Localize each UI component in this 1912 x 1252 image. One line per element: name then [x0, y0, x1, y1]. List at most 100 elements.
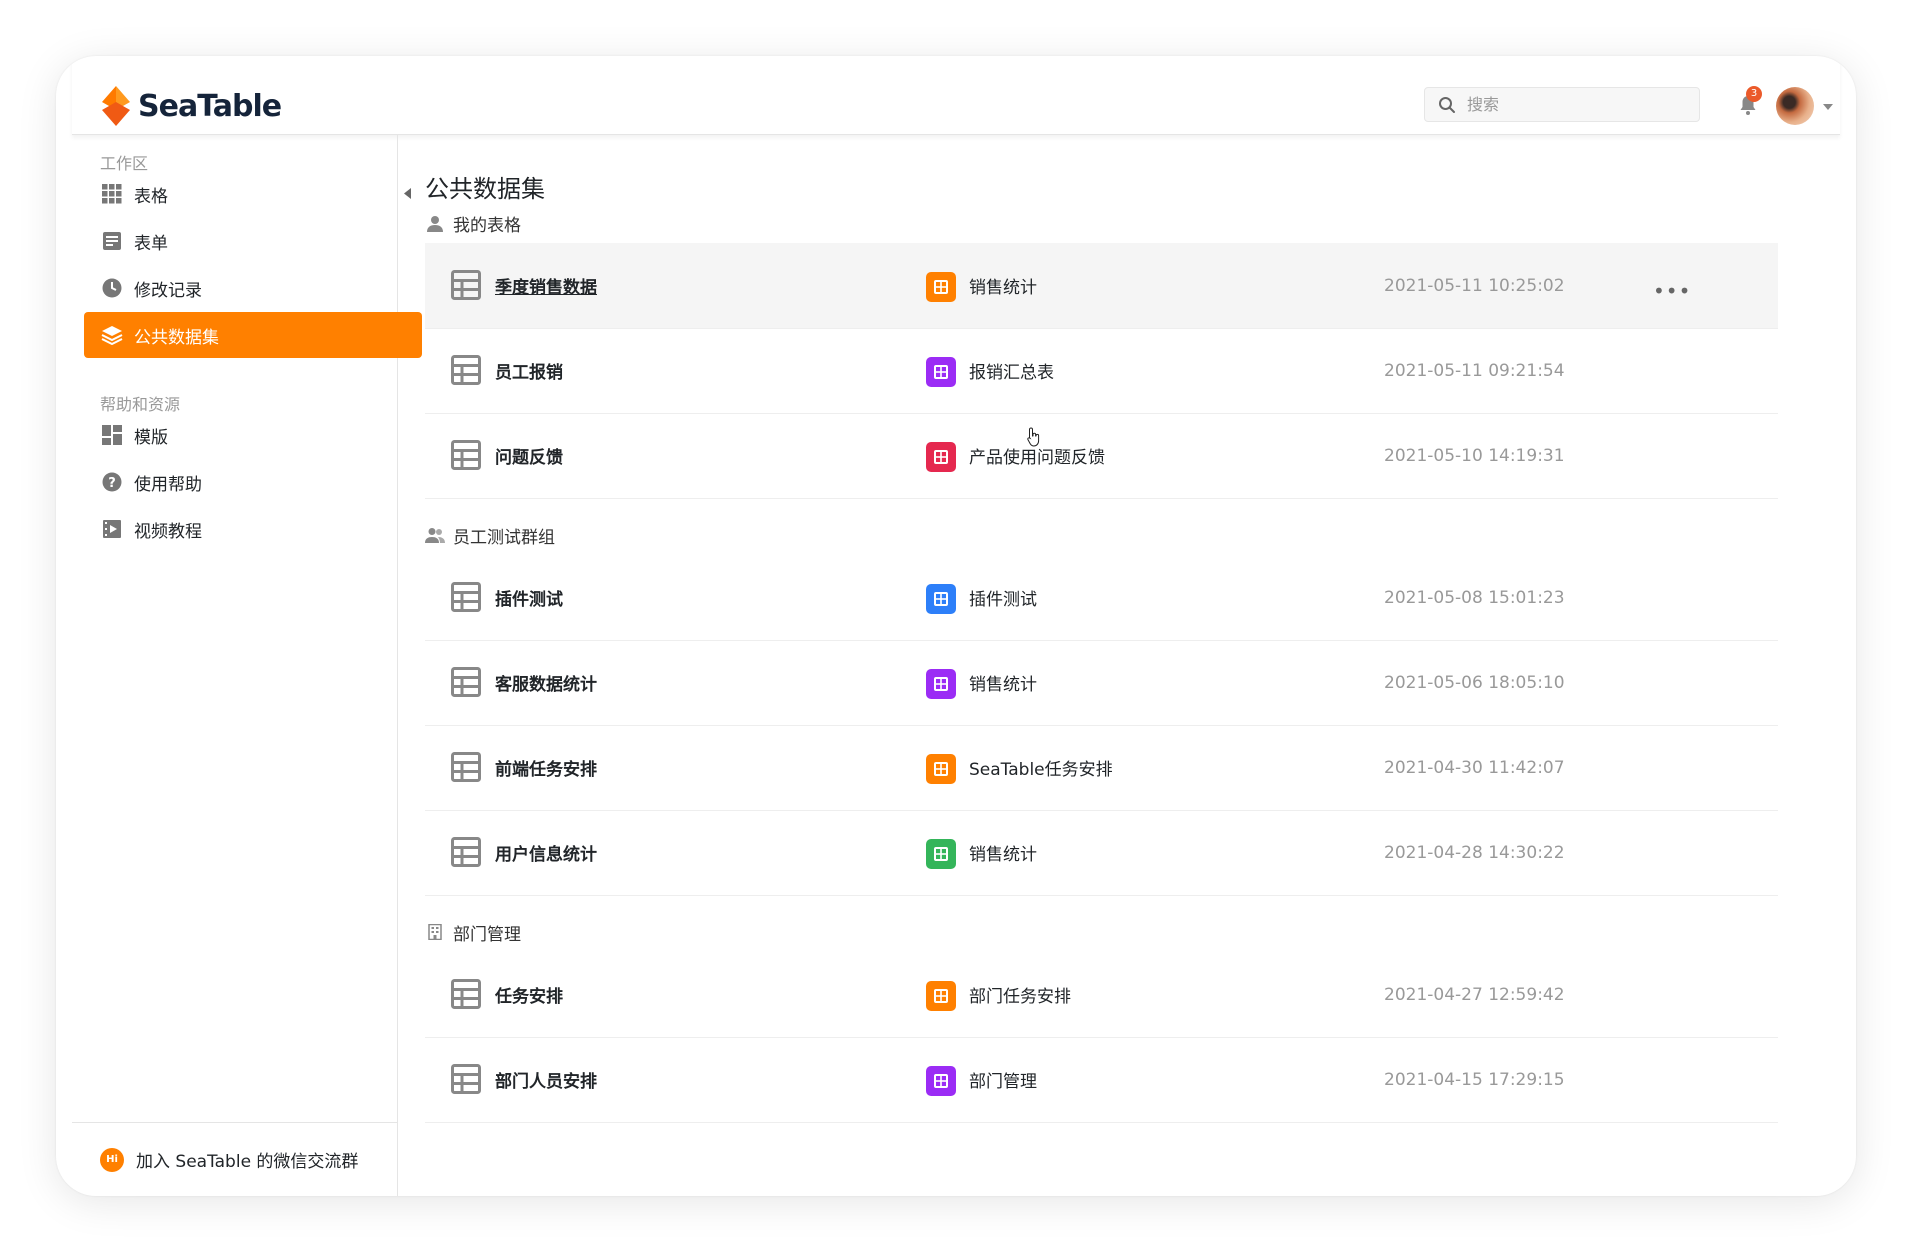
- base-icon: [926, 442, 956, 472]
- form-icon: [100, 229, 124, 253]
- sidebar: 工作区 表格 表单 修改记录 公共数据集 帮助和资源 模版 ? 使用帮助 视频教…: [72, 135, 422, 1196]
- table-row[interactable]: 插件测试 插件测试 2021-05-08 15:01:23: [425, 555, 1778, 641]
- table-row[interactable]: 客服数据统计 销售统计 2021-05-06 18:05:10: [425, 640, 1778, 726]
- user-icon: [425, 215, 445, 232]
- main-content: 公共数据集 我的表格 季度销售数据 销售统计 2021-05-11 10:25:…: [398, 135, 1840, 1196]
- base-name-link[interactable]: 销售统计: [969, 670, 1037, 695]
- video-icon: [100, 517, 124, 541]
- base-icon: [926, 981, 956, 1011]
- base-icon: [926, 839, 956, 869]
- base-name-link[interactable]: SeaTable任务安排: [969, 755, 1113, 780]
- table-icon: [451, 667, 481, 697]
- more-options-icon[interactable]: •••: [1653, 279, 1691, 303]
- table-name-link[interactable]: 客服数据统计: [495, 670, 597, 695]
- table-icon: [451, 837, 481, 867]
- base-name-link[interactable]: 销售统计: [969, 273, 1037, 298]
- app-window: SeaTable 3 工作区: [56, 56, 1856, 1196]
- sidebar-item-label: 表格: [134, 186, 168, 207]
- shared-time: 2021-04-30 11:42:07: [1384, 757, 1565, 778]
- table-name-link[interactable]: 员工报销: [495, 358, 563, 383]
- page-title: 公共数据集: [425, 175, 545, 203]
- table-icon: [451, 979, 481, 1009]
- brand-name: SeaTable: [138, 88, 282, 124]
- search-input[interactable]: [1465, 94, 1669, 115]
- wechat-group-link[interactable]: Hi 加入 SeaTable 的微信交流群: [72, 1122, 397, 1196]
- sidebar-item-video-tutorials[interactable]: 视频教程: [84, 506, 422, 552]
- table-icon: [451, 1064, 481, 1094]
- table-row[interactable]: 部门人员安排 部门管理 2021-04-15 17:29:15: [425, 1037, 1778, 1123]
- shared-time: 2021-04-15 17:29:15: [1384, 1069, 1565, 1090]
- sidebar-item-tables[interactable]: 表格: [84, 171, 422, 217]
- base-icon: [926, 272, 956, 302]
- base-name-link[interactable]: 销售统计: [969, 840, 1037, 865]
- base-icon: [926, 754, 956, 784]
- hand-cursor-icon: [1027, 427, 1040, 447]
- table-row[interactable]: 季度销售数据 销售统计 2021-05-11 10:25:02 •••: [425, 243, 1778, 329]
- search-box[interactable]: [1424, 87, 1700, 122]
- shared-time: 2021-05-08 15:01:23: [1384, 587, 1565, 608]
- table-name-link[interactable]: 插件测试: [495, 585, 563, 610]
- chat-bubble-icon: Hi: [100, 1147, 124, 1172]
- sidebar-item-help[interactable]: ? 使用帮助: [84, 459, 422, 505]
- base-icon: [926, 357, 956, 387]
- table-icon: [451, 582, 481, 612]
- sidebar-item-public-datasets[interactable]: 公共数据集: [84, 312, 422, 358]
- table-row[interactable]: 前端任务安排 SeaTable任务安排 2021-04-30 11:42:07: [425, 725, 1778, 811]
- group-header: 员工测试群组: [425, 522, 555, 548]
- table-icon: [451, 752, 481, 782]
- logo[interactable]: SeaTable: [102, 84, 282, 128]
- table-name-link[interactable]: 前端任务安排: [495, 755, 597, 780]
- base-icon: [926, 584, 956, 614]
- table-row[interactable]: 任务安排 部门任务安排 2021-04-27 12:59:42: [425, 952, 1778, 1038]
- table-row[interactable]: 员工报销 报销汇总表 2021-05-11 09:21:54: [425, 328, 1778, 414]
- group-title: 员工测试群组: [453, 527, 555, 548]
- notification-badge: 3: [1746, 86, 1762, 102]
- sidebar-item-label: 公共数据集: [134, 327, 219, 348]
- table-name-link[interactable]: 问题反馈: [495, 443, 563, 468]
- group-title: 我的表格: [453, 215, 521, 236]
- shared-time: 2021-05-10 14:19:31: [1384, 445, 1565, 466]
- question-icon: ?: [100, 470, 124, 494]
- table-name-link[interactable]: 用户信息统计: [495, 840, 597, 865]
- clock-icon: [100, 276, 124, 300]
- chevron-down-icon[interactable]: [1822, 103, 1834, 111]
- sidebar-item-forms[interactable]: 表单: [84, 218, 422, 264]
- building-icon: [425, 924, 445, 940]
- table-icon: [451, 440, 481, 470]
- sidebar-item-label: 视频教程: [134, 521, 202, 542]
- table-icon: [451, 270, 481, 300]
- shared-time: 2021-05-06 18:05:10: [1384, 672, 1565, 693]
- shared-time: 2021-04-27 12:59:42: [1384, 984, 1565, 1005]
- search-icon: [1439, 96, 1455, 113]
- sidebar-item-label: 修改记录: [134, 280, 202, 301]
- table-name-link[interactable]: 部门人员安排: [495, 1067, 597, 1092]
- sidebar-item-label: 表单: [134, 233, 168, 254]
- avatar[interactable]: [1776, 87, 1814, 125]
- table-row[interactable]: 问题反馈 产品使用问题反馈 2021-05-10 14:19:31: [425, 413, 1778, 499]
- table-name-link[interactable]: 任务安排: [495, 982, 563, 1007]
- base-icon: [926, 669, 956, 699]
- group-title: 部门管理: [453, 924, 521, 945]
- shared-time: 2021-05-11 09:21:54: [1384, 360, 1565, 381]
- base-name-link[interactable]: 插件测试: [969, 585, 1037, 610]
- base-name-link[interactable]: 部门管理: [969, 1067, 1037, 1092]
- seatable-logo-icon: [102, 86, 130, 126]
- group-header: 部门管理: [425, 919, 521, 945]
- top-header: SeaTable 3: [72, 56, 1840, 135]
- group-icon: [425, 527, 445, 543]
- table-name-link[interactable]: 季度销售数据: [495, 273, 597, 298]
- wechat-group-label: 加入 SeaTable 的微信交流群: [136, 1152, 359, 1172]
- sidebar-item-templates[interactable]: 模版: [84, 412, 422, 458]
- shared-time: 2021-04-28 14:30:22: [1384, 842, 1565, 863]
- base-icon: [926, 1066, 956, 1096]
- shared-time: 2021-05-11 10:25:02: [1384, 275, 1565, 296]
- sidebar-item-history[interactable]: 修改记录: [84, 265, 422, 311]
- layers-icon: [100, 323, 124, 347]
- template-icon: [100, 423, 124, 447]
- group-header: 我的表格: [425, 210, 521, 236]
- base-name-link[interactable]: 报销汇总表: [969, 358, 1054, 383]
- grid-icon: [100, 182, 124, 206]
- table-row[interactable]: 用户信息统计 销售统计 2021-04-28 14:30:22: [425, 810, 1778, 896]
- svg-text:?: ?: [108, 476, 116, 491]
- base-name-link[interactable]: 部门任务安排: [969, 982, 1071, 1007]
